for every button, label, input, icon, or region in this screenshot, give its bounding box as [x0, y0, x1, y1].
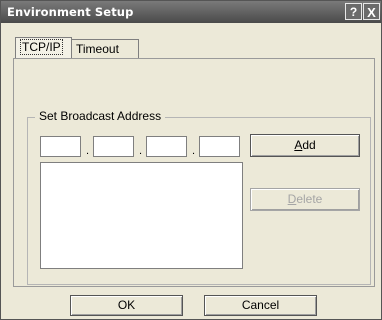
- window-title: Environment Setup: [7, 5, 134, 19]
- delete-label-rest: elete: [296, 192, 323, 206]
- title-bar[interactable]: Environment Setup ? X: [1, 1, 381, 23]
- tab-timeout-label: Timeout: [76, 42, 119, 56]
- ip-octet-2-input[interactable]: [93, 136, 134, 157]
- ip-octet-1-input[interactable]: [40, 136, 81, 157]
- delete-accelerator: D: [287, 192, 297, 206]
- ip-separator: .: [192, 145, 196, 157]
- tab-tcpip[interactable]: TCP/IP: [15, 37, 72, 58]
- environment-setup-dialog: Environment Setup ? X TCP/IP Timeout Set…: [0, 0, 382, 320]
- tab-tcpip-label: TCP/IP: [20, 39, 63, 55]
- ok-button[interactable]: OK: [70, 295, 183, 316]
- group-label: Set Broadcast Address: [35, 109, 166, 123]
- ip-octet-4-input[interactable]: [199, 136, 240, 157]
- delete-button[interactable]: Delete: [250, 188, 360, 211]
- add-button[interactable]: Add: [250, 134, 360, 157]
- close-icon[interactable]: X: [363, 3, 380, 20]
- help-icon[interactable]: ?: [345, 3, 362, 20]
- ip-separator: .: [86, 145, 90, 157]
- ip-separator: .: [139, 145, 143, 157]
- add-label-rest: dd: [302, 138, 316, 152]
- ip-octet-3-input[interactable]: [146, 136, 187, 157]
- broadcast-address-list[interactable]: [40, 162, 243, 269]
- tab-timeout[interactable]: Timeout: [72, 39, 139, 58]
- cancel-button[interactable]: Cancel: [204, 295, 317, 316]
